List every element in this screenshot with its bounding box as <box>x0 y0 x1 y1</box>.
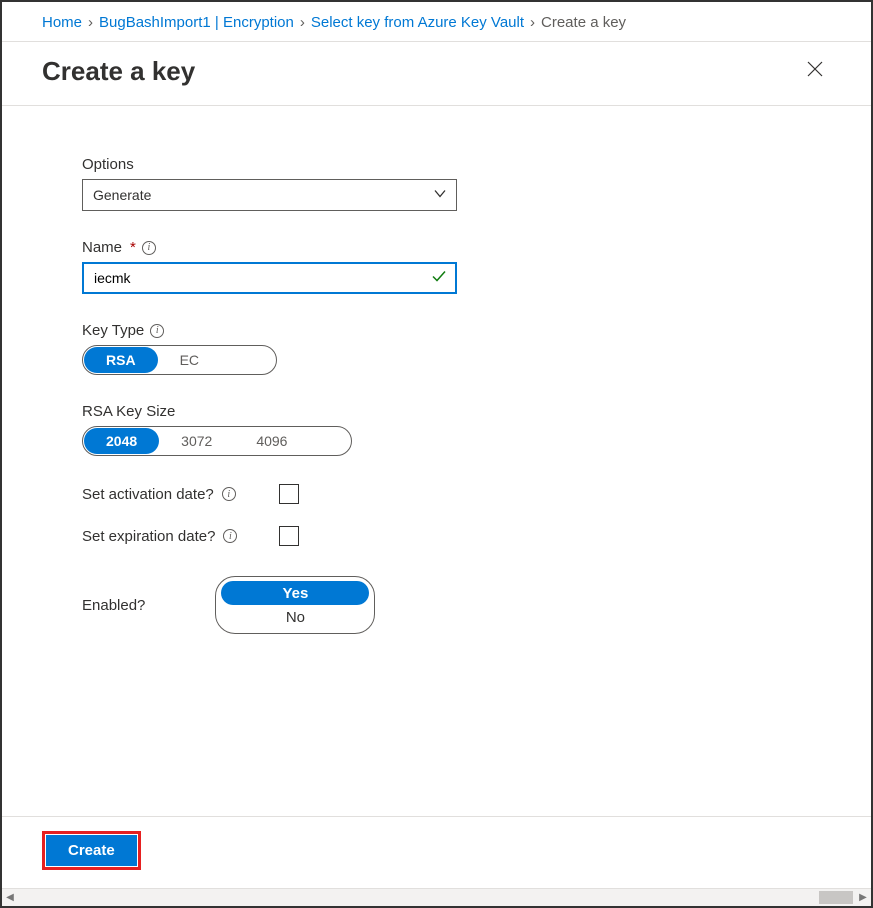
info-icon[interactable]: i <box>142 241 156 255</box>
key-type-label: Key Type <box>82 322 144 339</box>
options-value: Generate <box>82 179 457 211</box>
options-label: Options <box>82 156 791 173</box>
title-row: Create a key <box>2 42 871 106</box>
breadcrumb-current: Create a key <box>541 14 626 31</box>
key-size-label: RSA Key Size <box>82 403 791 420</box>
key-size-4096[interactable]: 4096 <box>234 428 309 454</box>
breadcrumb: Home › BugBashImport1 | Encryption › Sel… <box>2 2 871 42</box>
enabled-label: Enabled? <box>82 597 145 614</box>
chevron-right-icon: › <box>88 14 93 31</box>
key-type-rsa[interactable]: RSA <box>84 347 158 373</box>
breadcrumb-home[interactable]: Home <box>42 14 82 31</box>
field-activation: Set activation date? i <box>82 484 791 504</box>
field-key-type: Key Type i RSA EC <box>82 322 791 375</box>
scroll-thumb[interactable] <box>819 891 853 904</box>
close-button[interactable] <box>799 56 831 87</box>
key-type-toggle: RSA EC <box>82 345 277 375</box>
enabled-yes[interactable]: Yes <box>221 581 369 605</box>
scroll-right-icon[interactable]: ▶ <box>855 892 871 903</box>
field-options: Options Generate <box>82 156 791 211</box>
key-size-3072[interactable]: 3072 <box>159 428 234 454</box>
page-title: Create a key <box>42 56 195 87</box>
name-input[interactable] <box>82 262 457 294</box>
name-label-row: Name * i <box>82 239 791 256</box>
key-type-label-row: Key Type i <box>82 322 791 339</box>
enabled-toggle: Yes No <box>215 576 375 634</box>
field-key-size: RSA Key Size 2048 3072 4096 <box>82 403 791 456</box>
form-area: Options Generate Name * i Key Type i RSA <box>2 106 871 654</box>
horizontal-scrollbar[interactable]: ◀ ▶ <box>2 888 871 906</box>
expiration-label: Set expiration date? <box>82 528 215 545</box>
field-name: Name * i <box>82 239 791 294</box>
field-expiration: Set expiration date? i <box>82 526 791 546</box>
chevron-right-icon: › <box>530 14 535 31</box>
info-icon[interactable]: i <box>223 529 237 543</box>
activation-label: Set activation date? <box>82 486 214 503</box>
chevron-right-icon: › <box>300 14 305 31</box>
breadcrumb-select-key[interactable]: Select key from Azure Key Vault <box>311 14 524 31</box>
create-button[interactable]: Create <box>46 835 137 866</box>
footer: Create <box>2 816 871 884</box>
options-select[interactable]: Generate <box>82 179 457 211</box>
enabled-no[interactable]: No <box>221 605 369 629</box>
breadcrumb-encryption[interactable]: BugBashImport1 | Encryption <box>99 14 294 31</box>
activation-checkbox[interactable] <box>279 484 299 504</box>
info-icon[interactable]: i <box>150 324 164 338</box>
required-marker: * <box>130 239 136 256</box>
key-size-toggle: 2048 3072 4096 <box>82 426 352 456</box>
key-size-2048[interactable]: 2048 <box>84 428 159 454</box>
name-label: Name <box>82 239 122 256</box>
create-highlight-box: Create <box>42 831 141 870</box>
field-enabled: Enabled? Yes No <box>82 576 791 634</box>
expiration-checkbox[interactable] <box>279 526 299 546</box>
scroll-left-icon[interactable]: ◀ <box>2 892 18 903</box>
close-icon <box>807 61 823 77</box>
info-icon[interactable]: i <box>222 487 236 501</box>
key-type-ec[interactable]: EC <box>158 347 221 373</box>
